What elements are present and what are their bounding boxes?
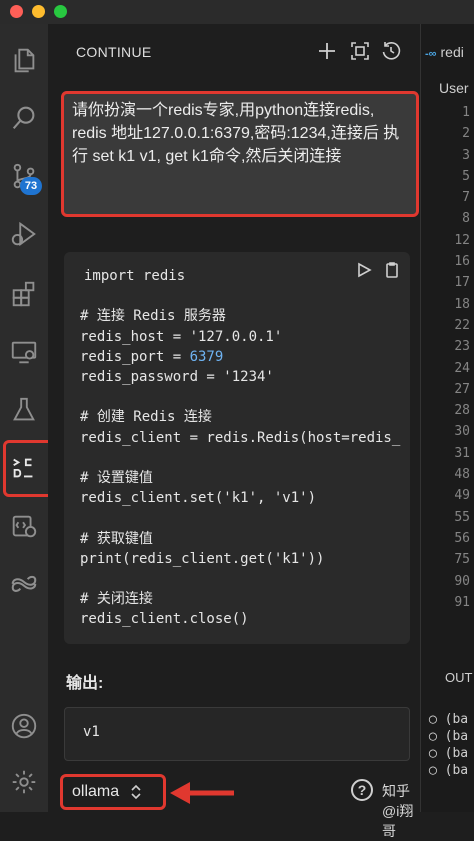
line-number: 75 xyxy=(454,552,470,568)
panel-title: CONTINUE xyxy=(76,44,152,60)
line-number: 7 xyxy=(462,190,470,206)
cloud-code-icon[interactable] xyxy=(0,504,48,548)
help-icon[interactable]: ? xyxy=(351,779,373,801)
terminal-lines: ◯ (ba ◯ (ba ◯ (ba ◯ (ba xyxy=(429,711,468,779)
code-line: redis_port = 6379 xyxy=(80,348,224,365)
continue-panel: CONTINUE 请你扮演一个redis专家,用python连接redis, r… xyxy=(48,24,420,839)
explorer-icon[interactable] xyxy=(0,38,48,82)
close-window-button[interactable] xyxy=(10,5,23,18)
line-number: 90 xyxy=(454,573,470,589)
code-line: redis_client = redis.Redis(host=redis_ xyxy=(80,429,401,446)
code-line: redis_client.close() xyxy=(80,611,249,628)
minimize-window-button[interactable] xyxy=(32,5,45,18)
line-number: 23 xyxy=(454,339,470,355)
editor-tab-label: redi xyxy=(440,44,464,60)
red-arrow-icon xyxy=(170,782,234,804)
line-number: 3 xyxy=(462,147,470,163)
breadcrumb: User xyxy=(439,80,469,96)
activity-bar: 73 xyxy=(0,24,68,812)
continue-icon[interactable] xyxy=(0,446,48,490)
code-block: import redis # 连接 Redis 服务器 redis_host =… xyxy=(64,252,410,644)
settings-icon[interactable] xyxy=(0,760,48,804)
search-icon[interactable] xyxy=(0,96,48,140)
code-line: # 创建 Redis 连接 xyxy=(80,409,212,426)
extensions-icon[interactable] xyxy=(0,272,48,316)
zoom-window-button[interactable] xyxy=(54,5,67,18)
line-number: 22 xyxy=(454,317,470,333)
codegpt-icon[interactable] xyxy=(0,560,48,604)
code-line: # 关闭连接 xyxy=(80,591,153,608)
line-numbers: 1 2 3 5 7 8 12 16 17 18 22 23 24 27 28 30 31 48 49 55 56 75 90… xyxy=(454,102,470,613)
terminal-line: ◯ (ba xyxy=(429,712,469,727)
terminal-line: ◯ (ba xyxy=(429,746,469,761)
line-number: 49 xyxy=(454,488,470,504)
output-tab[interactable]: OUT xyxy=(445,670,472,685)
output-value: v1 xyxy=(83,724,100,740)
history-icon[interactable] xyxy=(380,40,402,62)
line-number: 8 xyxy=(462,211,470,227)
code-line: redis_password = '1234' xyxy=(80,369,274,386)
line-number: 27 xyxy=(454,381,470,397)
line-number: 48 xyxy=(454,467,470,483)
line-number: 17 xyxy=(454,275,470,291)
editor-tab[interactable]: -∞ redi xyxy=(425,44,464,60)
output-label: 输出: xyxy=(66,675,104,692)
fullscreen-icon[interactable] xyxy=(349,40,371,62)
go-file-icon: -∞ xyxy=(425,48,437,60)
code-line: print(redis_client.get('k1')) xyxy=(80,550,325,567)
code-line: import redis xyxy=(84,268,186,284)
code-line: redis_host = '127.0.0.1' xyxy=(80,328,283,345)
line-number: 2 xyxy=(462,126,470,142)
line-number: 28 xyxy=(454,403,470,419)
editor-area: -∞ redi User 1 2 3 5 7 8 12 16 17 18 22 23 24 27 28 30 31… xyxy=(420,24,474,812)
line-number: 18 xyxy=(454,296,470,312)
run-debug-icon[interactable] xyxy=(0,212,48,256)
terminal-line: ◯ (ba xyxy=(429,729,469,744)
code-line: redis_client.set('k1', 'v1') xyxy=(80,490,317,507)
line-number: 56 xyxy=(454,530,470,546)
line-number: 16 xyxy=(454,254,470,270)
line-number: 24 xyxy=(454,360,470,376)
code-content: import redis # 连接 Redis 服务器 redis_host =… xyxy=(80,266,400,630)
remote-explorer-icon[interactable] xyxy=(0,330,48,374)
line-number: 12 xyxy=(454,232,470,248)
testing-icon[interactable] xyxy=(0,388,48,432)
model-highlight xyxy=(60,774,166,810)
line-number: 1 xyxy=(462,105,470,120)
line-number: 55 xyxy=(454,509,470,525)
line-number: 91 xyxy=(454,594,470,610)
terminal-line: ◯ (ba xyxy=(429,763,469,778)
source-control-badge: 73 xyxy=(20,177,42,195)
watermark: 知乎 @i翔哥 xyxy=(382,783,414,839)
code-line: # 设置键值 xyxy=(80,470,153,487)
line-number: 30 xyxy=(454,424,470,440)
number-literal: 6379 xyxy=(189,348,224,365)
line-number: 5 xyxy=(462,168,470,184)
line-number: 31 xyxy=(454,445,470,461)
code-line: # 获取键值 xyxy=(80,530,153,547)
code-line: # 连接 Redis 服务器 xyxy=(80,308,226,325)
output-box: v1 xyxy=(64,707,410,761)
account-icon[interactable] xyxy=(0,704,48,748)
title-bar xyxy=(0,0,474,24)
plus-icon[interactable] xyxy=(316,40,338,62)
prompt-highlight xyxy=(61,91,419,217)
